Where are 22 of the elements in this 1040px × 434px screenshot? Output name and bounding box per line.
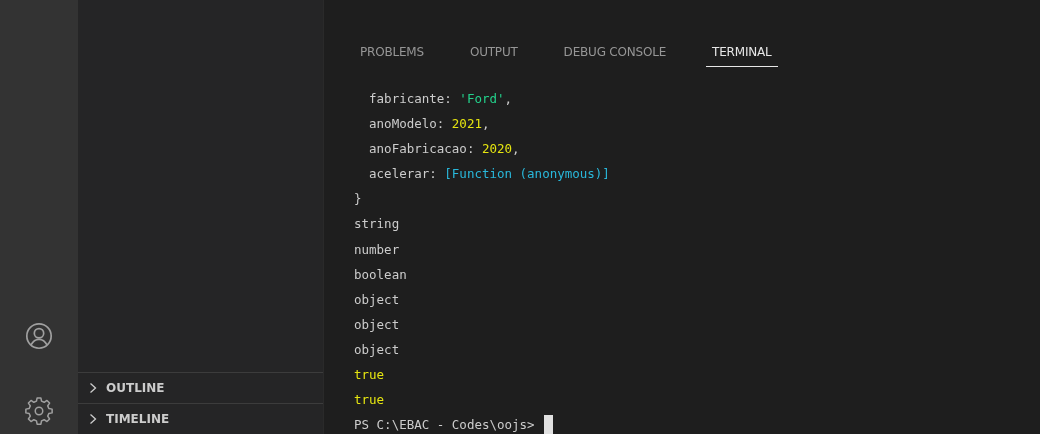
panel-tab[interactable]: TERMINAL [706, 44, 778, 67]
terminal-line: string [354, 215, 400, 234]
panel-tab[interactable]: DEBUG CONSOLE [557, 44, 673, 67]
terminal-line: } [354, 190, 362, 209]
panel-tab[interactable]: PROBLEMS [354, 44, 430, 67]
terminal-line: object [354, 315, 400, 334]
settings-icon[interactable] [24, 396, 54, 426]
section-label: OUTLINE [106, 381, 165, 395]
terminal-line: number [354, 240, 400, 259]
panel-tab[interactable]: OUTPUT [463, 44, 524, 67]
terminal-line: boolean [354, 265, 407, 284]
terminal-line: object [354, 340, 400, 359]
section-label: TIMELINE [106, 412, 170, 426]
terminal-line: anoFabricacao: 2020, [368, 140, 520, 159]
terminal-line: acelerar: [Function (anonymous)] [368, 165, 610, 184]
terminal-line: true [354, 366, 385, 385]
terminal-line: anoModelo: 2021, [368, 115, 490, 134]
terminal-line: object [354, 290, 400, 309]
terminal-prompt: PS C:\EBAC - Codes\oojs> [354, 416, 535, 434]
account-icon[interactable] [24, 322, 54, 352]
terminal-line: fabricante: 'Ford', [368, 90, 513, 108]
terminal-line: true [354, 391, 385, 410]
